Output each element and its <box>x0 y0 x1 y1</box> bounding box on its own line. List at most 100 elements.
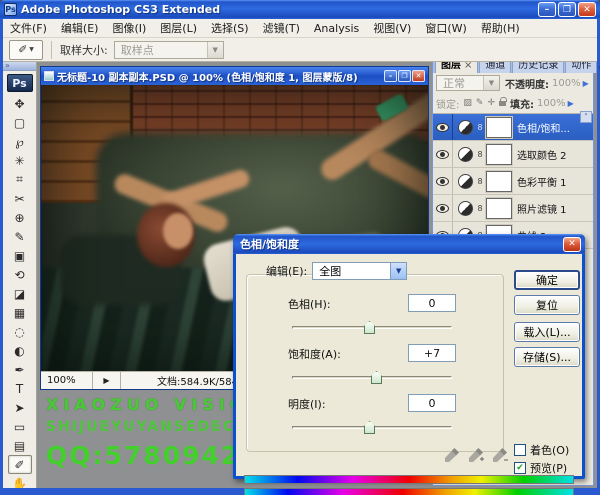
layer-mask-thumbnail[interactable] <box>486 144 512 165</box>
eyedropper-tool[interactable]: ✐ <box>8 455 32 474</box>
layer-name[interactable]: 色相/饱和... <box>517 120 570 135</box>
eyedropper-icon[interactable] <box>444 447 460 463</box>
layer-mask-thumbnail[interactable] <box>486 171 512 192</box>
path-select-tool[interactable]: ➤ <box>8 398 32 417</box>
type-tool[interactable]: T <box>8 379 32 398</box>
notes-tool[interactable]: ▤ <box>8 436 32 455</box>
slice-tool[interactable]: ✂ <box>8 189 32 208</box>
opacity-value[interactable]: 100% <box>552 78 581 89</box>
toolbox-grip[interactable]: » <box>3 62 36 71</box>
clone-stamp-tool[interactable]: ▣ <box>8 246 32 265</box>
colorize-option[interactable]: 着色(O) <box>514 442 569 458</box>
layer-row-selective-color[interactable]: 8 选取颜色 2 <box>433 141 593 168</box>
menu-window[interactable]: 窗口(W) <box>418 18 473 38</box>
visibility-cell[interactable] <box>433 141 453 167</box>
minimize-button[interactable]: – <box>538 2 556 17</box>
status-flyout-icon[interactable]: ▶ <box>93 372 121 389</box>
ok-button[interactable]: 确定 <box>514 270 580 290</box>
save-button[interactable]: 存储(S)... <box>514 347 580 367</box>
blur-tool[interactable]: ◌ <box>8 322 32 341</box>
sample-size-select[interactable]: 取样点 ▼ <box>114 41 224 59</box>
adjustment-layer-icon[interactable] <box>458 174 473 189</box>
lightness-input[interactable]: 0 <box>408 394 456 412</box>
maximize-button[interactable]: ❐ <box>558 2 576 17</box>
preview-option[interactable]: ✔ 预览(P) <box>514 460 567 476</box>
layer-name[interactable]: 色彩平衡 1 <box>517 174 567 189</box>
scroll-up-icon[interactable]: ˄ <box>580 111 592 123</box>
close-button[interactable]: ✕ <box>578 2 596 17</box>
saturation-input[interactable]: +7 <box>408 344 456 362</box>
edit-channel-value: 全图 <box>313 263 390 279</box>
menu-layer[interactable]: 图层(L) <box>153 18 204 38</box>
layer-row-hue-saturation[interactable]: 8 色相/饱和... <box>433 114 593 141</box>
eye-icon[interactable] <box>436 177 449 186</box>
adjustment-layer-icon[interactable] <box>458 120 473 135</box>
menu-help[interactable]: 帮助(H) <box>474 18 527 38</box>
magic-wand-tool[interactable]: ✳ <box>8 151 32 170</box>
history-brush-tool[interactable]: ⟲ <box>8 265 32 284</box>
app-titlebar[interactable]: Ps Adobe Photoshop CS3 Extended – ❐ ✕ <box>0 0 600 19</box>
eraser-tool[interactable]: ◪ <box>8 284 32 303</box>
lock-transparency-icon[interactable]: ▨ <box>463 98 472 108</box>
layer-name[interactable]: 选取颜色 2 <box>517 147 567 162</box>
crop-tool[interactable]: ⌗ <box>8 170 32 189</box>
dialog-close-button[interactable]: ✕ <box>563 237 581 252</box>
current-tool-button[interactable]: ✐ ▼ <box>9 40 43 60</box>
hue-input[interactable]: 0 <box>408 294 456 312</box>
doc-restore-button[interactable]: ❐ <box>398 70 411 82</box>
reset-button[interactable]: 复位 <box>514 295 580 315</box>
dialog-titlebar[interactable]: 色相/饱和度 ✕ <box>233 234 585 254</box>
layer-row-photo-filter[interactable]: 8 照片滤镜 1 <box>433 195 593 222</box>
layer-mask-thumbnail[interactable] <box>486 198 512 219</box>
saturation-slider[interactable] <box>292 376 452 379</box>
marquee-tool[interactable]: ▢ <box>8 113 32 132</box>
eye-icon[interactable] <box>436 204 449 213</box>
menu-select[interactable]: 选择(S) <box>204 18 256 38</box>
hand-tool[interactable]: ✋ <box>8 474 32 488</box>
document-titlebar[interactable]: 无标题-10 副本副本.PSD @ 100% (色相/饱和度 1, 图层蒙版/8… <box>41 67 428 85</box>
opacity-spinner-icon[interactable]: ▶ <box>583 79 589 88</box>
colorize-checkbox[interactable] <box>514 444 526 456</box>
layer-name[interactable]: 照片滤镜 1 <box>517 201 567 216</box>
visibility-cell[interactable] <box>433 168 453 194</box>
preview-checkbox[interactable]: ✔ <box>514 462 526 474</box>
eye-icon[interactable] <box>436 150 449 159</box>
lock-position-icon[interactable]: ✛ <box>487 98 495 108</box>
visibility-cell[interactable] <box>433 114 453 140</box>
doc-minimize-button[interactable]: – <box>384 70 397 82</box>
layer-mask-thumbnail[interactable] <box>486 117 512 138</box>
layer-row-color-balance[interactable]: 8 色彩平衡 1 <box>433 168 593 195</box>
hue-slider[interactable] <box>292 326 452 329</box>
menu-image[interactable]: 图像(I) <box>105 18 153 38</box>
menu-filter[interactable]: 滤镜(T) <box>256 18 307 38</box>
visibility-cell[interactable] <box>433 195 453 221</box>
pen-tool[interactable]: ✒ <box>8 360 32 379</box>
move-tool[interactable]: ✥ <box>8 94 32 113</box>
shape-tool[interactable]: ▭ <box>8 417 32 436</box>
chevron-down-icon: ▼ <box>483 76 499 90</box>
healing-brush-tool[interactable]: ⊕ <box>8 208 32 227</box>
brush-tool[interactable]: ✎ <box>8 227 32 246</box>
lock-all-icon[interactable] <box>499 101 506 106</box>
menu-analysis[interactable]: Analysis <box>307 20 366 37</box>
menu-edit[interactable]: 编辑(E) <box>54 18 106 38</box>
subtract-eyedropper-icon[interactable] <box>492 447 508 463</box>
blend-mode-select[interactable]: 正常 ▼ <box>436 75 500 91</box>
fill-spinner-icon[interactable]: ▶ <box>568 99 574 108</box>
adjustment-layer-icon[interactable] <box>458 147 473 162</box>
fill-value[interactable]: 100% <box>537 98 566 109</box>
lasso-tool[interactable]: ℘ <box>8 132 32 151</box>
add-eyedropper-icon[interactable] <box>468 447 484 463</box>
edit-channel-select[interactable]: 全图 ▼ <box>312 262 407 280</box>
eye-icon[interactable] <box>436 123 449 132</box>
lightness-slider[interactable] <box>292 426 452 429</box>
dodge-tool[interactable]: ◐ <box>8 341 32 360</box>
lock-pixels-icon[interactable]: ✎ <box>476 98 484 108</box>
adjustment-layer-icon[interactable] <box>458 201 473 216</box>
menu-file[interactable]: 文件(F) <box>3 18 54 38</box>
load-button[interactable]: 载入(L)... <box>514 322 580 342</box>
menu-view[interactable]: 视图(V) <box>366 18 418 38</box>
doc-close-button[interactable]: ✕ <box>412 70 425 82</box>
zoom-level-field[interactable]: 100% <box>41 372 93 389</box>
gradient-tool[interactable]: ▦ <box>8 303 32 322</box>
